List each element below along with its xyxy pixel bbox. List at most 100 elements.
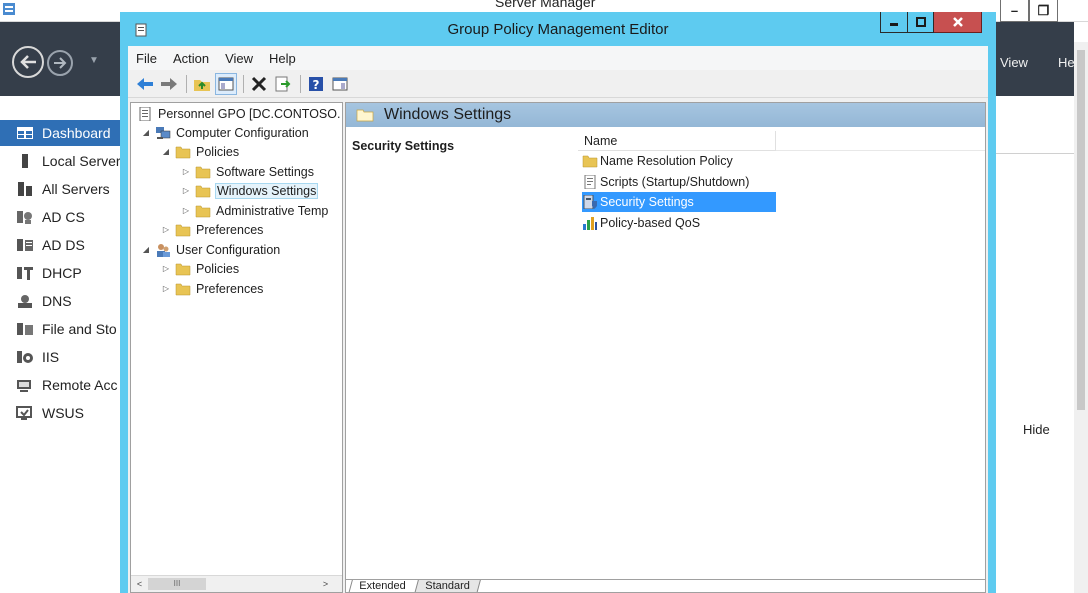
sidebar-item-label: Remote Acc — [42, 377, 118, 393]
help-button[interactable]: ? — [305, 73, 327, 95]
ad-cs-icon — [17, 211, 32, 224]
sidebar-item-ad-cs[interactable]: AD CS — [0, 204, 122, 230]
forward-toolbar-button[interactable] — [158, 73, 180, 95]
tree-horizontal-scrollbar[interactable]: < III > — [131, 575, 342, 592]
tree-node-root[interactable]: Personnel GPO [DC.CONTOSO. — [137, 104, 340, 123]
sidebar-item-file-storage[interactable]: File and Sto — [0, 316, 122, 342]
tree-node-policies[interactable]: ◢ Policies — [161, 142, 239, 161]
expanded-arrow-icon[interactable]: ◢ — [141, 128, 151, 137]
sidebar-item-label: All Servers — [42, 181, 110, 197]
export-list-icon — [275, 76, 291, 91]
sm-minimize-button[interactable]: – — [1000, 0, 1029, 22]
security-settings-icon — [583, 195, 597, 209]
list-item-name-resolution-policy[interactable]: Name Resolution Policy — [582, 151, 733, 171]
collapsed-arrow-icon[interactable]: ▷ — [161, 225, 171, 234]
wsus-icon — [16, 406, 32, 420]
scroll-thumb[interactable]: III — [148, 578, 206, 590]
tree-node-computer-configuration[interactable]: ◢ Computer Configuration — [141, 123, 309, 142]
sidebar-item-local-server[interactable]: Local Server — [0, 148, 122, 174]
tree-node-label: Policies — [196, 261, 240, 276]
maximize-button[interactable] — [907, 12, 934, 33]
collapsed-arrow-icon[interactable]: ▷ — [181, 167, 191, 176]
tab-standard[interactable]: Standard — [414, 580, 481, 592]
sidebar-item-label: WSUS — [42, 405, 84, 421]
gpme-client-area: File Action View Help ? Personnel GPO [D… — [128, 46, 988, 593]
user-configuration-icon — [157, 243, 170, 257]
svg-text:?: ? — [313, 78, 320, 92]
tab-extended[interactable]: Extended — [348, 580, 416, 592]
sidebar-item-wsus[interactable]: WSUS — [0, 400, 122, 426]
forward-button[interactable] — [47, 50, 73, 76]
folder-icon — [356, 109, 374, 122]
folder-icon — [175, 224, 191, 236]
tree-node-windows-settings[interactable]: ▷ Windows Settings — [181, 181, 319, 200]
list-item-label: Policy-based QoS — [600, 216, 701, 230]
menu-bar: File Action View Help — [128, 46, 988, 70]
selected-item-title: Security Settings — [352, 139, 455, 153]
sidebar-item-dhcp[interactable]: DHCP — [0, 260, 122, 286]
list-item-policy-based-qos[interactable]: Policy-based QoS — [582, 213, 700, 233]
column-header-name[interactable]: Name — [578, 131, 776, 151]
hide-link[interactable]: Hide — [1023, 422, 1050, 437]
sidebar-item-dashboard[interactable]: Dashboard — [0, 120, 122, 146]
list-item-scripts[interactable]: Scripts (Startup/Shutdown) — [582, 172, 749, 192]
toolbar-separator — [300, 74, 301, 93]
menu-file[interactable]: File — [128, 51, 165, 66]
properties-button[interactable] — [329, 73, 351, 95]
collapsed-arrow-icon[interactable]: ▷ — [181, 206, 191, 215]
scroll-right-button[interactable]: > — [317, 576, 334, 592]
column-header-filler — [776, 131, 985, 151]
minimize-button[interactable] — [880, 12, 907, 33]
tree-node-administrative-templates[interactable]: ▷ Administrative Temp — [181, 201, 328, 220]
delete-button[interactable] — [248, 73, 270, 95]
details-title: Windows Settings — [384, 106, 512, 123]
list-item-security-settings[interactable]: Security Settings — [582, 192, 776, 212]
server-icon — [22, 154, 28, 168]
gpme-titlebar[interactable]: Group Policy Management Editor — [120, 12, 996, 46]
close-button[interactable] — [934, 12, 982, 33]
tree-node-preferences[interactable]: ▷ Preferences — [161, 220, 263, 239]
export-list-button[interactable] — [272, 73, 294, 95]
tree-node-user-policies[interactable]: ▷ Policies — [161, 259, 239, 278]
tree-node-user-preferences[interactable]: ▷ Preferences — [161, 279, 263, 298]
menu-view[interactable]: View — [217, 51, 261, 66]
folder-icon — [175, 146, 191, 158]
back-toolbar-button[interactable] — [134, 73, 156, 95]
collapsed-arrow-icon[interactable]: ▷ — [161, 284, 171, 293]
show-hide-tree-button[interactable] — [215, 72, 237, 95]
tree-node-user-configuration[interactable]: ◢ User Configuration — [141, 240, 280, 259]
expanded-arrow-icon[interactable]: ◢ — [141, 245, 151, 254]
sm-restore-button[interactable]: ❐ — [1029, 0, 1058, 22]
menu-action[interactable]: Action — [165, 51, 217, 66]
sm-vertical-scrollbar[interactable] — [1074, 42, 1088, 593]
back-button[interactable] — [12, 46, 44, 78]
sidebar-item-label: File and Sto — [42, 321, 117, 337]
view-tabs: Extended Standard — [346, 579, 985, 592]
toolbar-separator — [186, 74, 187, 93]
console-tree[interactable]: Personnel GPO [DC.CONTOSO. ◢ Computer Co… — [130, 102, 343, 593]
sidebar-item-label: DHCP — [42, 265, 82, 281]
collapsed-arrow-icon[interactable]: ▷ — [181, 186, 191, 195]
server-manager-app-icon[interactable] — [2, 2, 16, 16]
server-manager-caption-buttons: – ❐ — [1000, 0, 1058, 22]
close-icon — [952, 17, 963, 27]
list-item-label: Security Settings — [600, 195, 694, 209]
history-dropdown-icon[interactable]: ▼ — [89, 55, 99, 66]
sm-menu-help[interactable]: He — [1058, 55, 1075, 70]
sidebar-item-ad-ds[interactable]: AD DS — [0, 232, 122, 258]
server-manager-sidebar: Dashboard Local Server All Servers AD CS… — [0, 96, 122, 593]
column-header-label: Name — [584, 134, 618, 148]
menu-help[interactable]: Help — [261, 51, 304, 66]
sidebar-item-dns[interactable]: DNS — [0, 288, 122, 314]
minimize-icon — [890, 23, 898, 26]
up-one-level-button[interactable] — [191, 73, 213, 95]
sm-menu-view[interactable]: View — [1000, 55, 1028, 70]
sidebar-item-all-servers[interactable]: All Servers — [0, 176, 122, 202]
collapsed-arrow-icon[interactable]: ▷ — [161, 264, 171, 273]
sm-scroll-thumb[interactable] — [1077, 50, 1085, 410]
tree-node-software-settings[interactable]: ▷ Software Settings — [181, 162, 314, 181]
expanded-arrow-icon[interactable]: ◢ — [161, 147, 171, 156]
scroll-left-button[interactable]: < — [131, 576, 148, 592]
sidebar-item-iis[interactable]: IIS — [0, 344, 122, 370]
sidebar-item-remote-access[interactable]: Remote Acc — [0, 372, 122, 398]
